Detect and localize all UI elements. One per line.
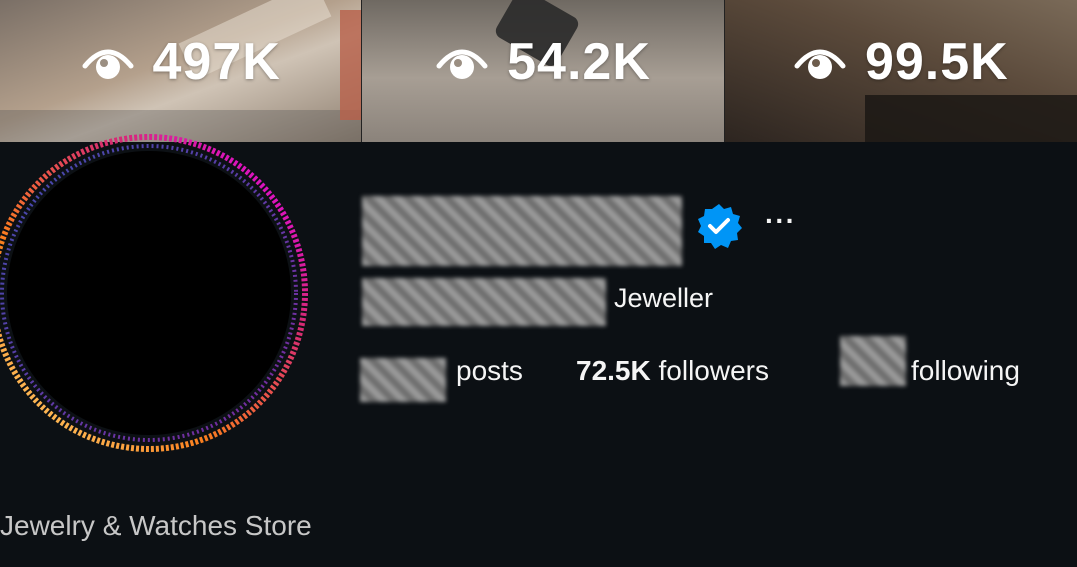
view-count-label: 54.2K bbox=[507, 33, 651, 91]
more-options-button[interactable]: ··· bbox=[765, 205, 796, 237]
view-count: 99.5K bbox=[725, 32, 1077, 92]
view-count: 497K bbox=[0, 32, 361, 92]
display-name-redacted bbox=[362, 278, 606, 326]
posts-label: posts bbox=[456, 355, 523, 386]
followers-count: 72.5K bbox=[576, 355, 651, 386]
followers-label: followers bbox=[658, 355, 769, 386]
following-label[interactable]: following bbox=[911, 355, 1020, 387]
avatar-image bbox=[7, 151, 291, 435]
profile-avatar[interactable] bbox=[0, 130, 312, 456]
reel-thumbnail-1[interactable]: 497K bbox=[0, 0, 362, 142]
eye-icon bbox=[436, 49, 488, 79]
eye-icon bbox=[794, 49, 846, 79]
thumbnail-detail bbox=[864, 95, 1077, 142]
eye-icon bbox=[82, 49, 133, 79]
posts-count-redacted bbox=[360, 358, 446, 402]
reel-thumbnail-3[interactable]: 99.5K bbox=[723, 0, 1077, 142]
reels-strip: 497K 54.2K 99.5K bbox=[0, 0, 1077, 142]
view-count: 54.2K bbox=[362, 32, 723, 92]
following-count-redacted bbox=[840, 336, 906, 386]
view-count-label: 99.5K bbox=[864, 33, 1009, 91]
followers-stat[interactable]: 72.5K followers bbox=[576, 355, 769, 387]
username-redacted[interactable] bbox=[362, 196, 682, 266]
profile-category: Jeweller bbox=[614, 283, 714, 313]
view-count-label: 497K bbox=[152, 33, 281, 91]
verified-badge-icon bbox=[698, 204, 742, 249]
bio-category: Jewelry & Watches Store bbox=[0, 510, 312, 541]
reel-thumbnail-2[interactable]: 54.2K bbox=[361, 0, 724, 142]
